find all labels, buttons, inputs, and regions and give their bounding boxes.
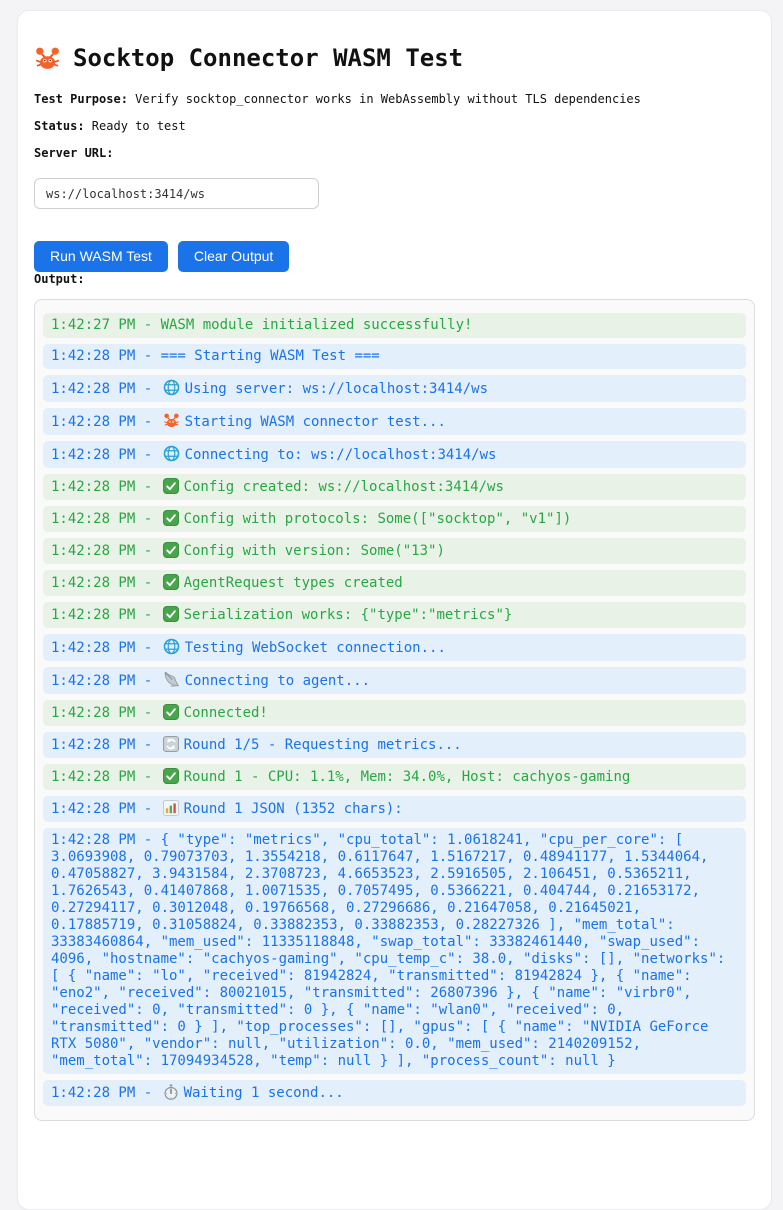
log-timestamp: 1:42:28 PM -	[51, 1085, 161, 1101]
log-line: 1:42:27 PM - WASM module initialized suc…	[43, 313, 746, 338]
log-timestamp: 1:42:28 PM -	[51, 381, 161, 397]
run-wasm-test-button[interactable]: Run WASM Test	[34, 241, 168, 272]
globe-icon	[163, 638, 180, 655]
server-url-line: Server URL:	[34, 146, 755, 160]
output-label: Output:	[34, 272, 755, 286]
log-timestamp: 1:42:28 PM -	[51, 511, 161, 527]
check-icon	[163, 510, 179, 526]
log-line: 1:42:28 PM - Waiting 1 second...	[43, 1080, 746, 1106]
log-line: 1:42:28 PM - Round 1 JSON (1352 chars):	[43, 796, 746, 822]
log-timestamp: 1:42:28 PM -	[51, 479, 161, 495]
log-timestamp: 1:42:28 PM -	[51, 447, 161, 463]
check-icon	[163, 606, 179, 622]
log-message: { "type": "metrics", "cpu_total": 1.0618…	[51, 832, 734, 1069]
log-line: 1:42:28 PM - Round 1/5 - Requesting metr…	[43, 732, 746, 758]
crab-icon	[34, 45, 61, 72]
globe-icon	[163, 379, 180, 396]
test-purpose-line: Test Purpose: Verify socktop_connector w…	[34, 92, 755, 106]
log-line: 1:42:28 PM - Starting WASM connector tes…	[43, 408, 746, 435]
server-url-label: Server URL:	[34, 146, 113, 160]
globe-icon	[163, 445, 180, 462]
button-row: Run WASM Test Clear Output	[34, 241, 755, 272]
log-line: 1:42:28 PM - Config with protocols: Some…	[43, 506, 746, 532]
log-line: 1:42:28 PM - Connecting to agent...	[43, 667, 746, 694]
log-timestamp: 1:42:28 PM -	[51, 607, 161, 623]
log-line: 1:42:28 PM - Connected!	[43, 700, 746, 726]
status-text: Ready to test	[85, 119, 186, 133]
check-icon	[163, 574, 179, 590]
log-message: Connecting to agent...	[185, 673, 370, 689]
log-message: AgentRequest types created	[184, 575, 403, 591]
log-timestamp: 1:42:28 PM -	[51, 348, 161, 364]
log-message: Starting WASM connector test...	[185, 414, 446, 430]
chart-icon	[163, 800, 179, 816]
log-message: WASM module initialized successfully!	[161, 317, 473, 333]
log-message: Round 1 JSON (1352 chars):	[184, 801, 403, 817]
log-message: Config with version: Some("13")	[184, 543, 445, 559]
log-message: Config created: ws://localhost:3414/ws	[184, 479, 504, 495]
check-icon	[163, 478, 179, 494]
log-timestamp: 1:42:28 PM -	[51, 575, 161, 591]
log-line: 1:42:28 PM - === Starting WASM Test ===	[43, 344, 746, 369]
log-line: 1:42:28 PM - { "type": "metrics", "cpu_t…	[43, 828, 746, 1074]
page-title: Socktop Connector WASM Test	[34, 44, 755, 72]
check-icon	[163, 768, 179, 784]
log-timestamp: 1:42:27 PM -	[51, 317, 161, 333]
log-message: === Starting WASM Test ===	[161, 348, 380, 364]
test-purpose-label: Test Purpose:	[34, 92, 128, 106]
log-timestamp: 1:42:28 PM -	[51, 543, 161, 559]
check-icon	[163, 542, 179, 558]
log-line: 1:42:28 PM - Testing WebSocket connectio…	[43, 634, 746, 661]
log-message: Testing WebSocket connection...	[185, 640, 446, 656]
log-timestamp: 1:42:28 PM -	[51, 832, 161, 848]
log-message: Waiting 1 second...	[184, 1085, 344, 1101]
log-message: Config with protocols: Some(["socktop", …	[184, 511, 572, 527]
log-timestamp: 1:42:28 PM -	[51, 414, 161, 430]
log-line: 1:42:28 PM - Config created: ws://localh…	[43, 474, 746, 500]
log-output: 1:42:27 PM - WASM module initialized suc…	[34, 299, 755, 1121]
crab-icon	[163, 412, 180, 429]
satellite-icon	[163, 671, 180, 688]
main-card: Socktop Connector WASM Test Test Purpose…	[17, 10, 772, 1210]
status-line: Status: Ready to test	[34, 119, 755, 133]
log-timestamp: 1:42:28 PM -	[51, 640, 161, 656]
log-message: Connected!	[184, 705, 268, 721]
page-title-text: Socktop Connector WASM Test	[73, 44, 463, 72]
log-timestamp: 1:42:28 PM -	[51, 801, 161, 817]
log-line: 1:42:28 PM - AgentRequest types created	[43, 570, 746, 596]
check-icon	[163, 704, 179, 720]
server-url-input[interactable]	[34, 178, 319, 209]
log-message: Using server: ws://localhost:3414/ws	[185, 381, 488, 397]
log-line: 1:42:28 PM - Serialization works: {"type…	[43, 602, 746, 628]
status-label: Status:	[34, 119, 85, 133]
log-message: Round 1/5 - Requesting metrics...	[184, 737, 462, 753]
log-message: Connecting to: ws://localhost:3414/ws	[185, 447, 497, 463]
refresh-icon	[163, 736, 179, 752]
log-timestamp: 1:42:28 PM -	[51, 705, 161, 721]
log-line: 1:42:28 PM - Using server: ws://localhos…	[43, 375, 746, 402]
test-purpose-text: Verify socktop_connector works in WebAss…	[128, 92, 641, 106]
log-timestamp: 1:42:28 PM -	[51, 737, 161, 753]
stopwatch-icon	[163, 1084, 179, 1100]
log-line: 1:42:28 PM - Config with version: Some("…	[43, 538, 746, 564]
log-line: 1:42:28 PM - Round 1 - CPU: 1.1%, Mem: 3…	[43, 764, 746, 790]
clear-output-button[interactable]: Clear Output	[178, 241, 289, 272]
log-timestamp: 1:42:28 PM -	[51, 769, 161, 785]
log-message: Round 1 - CPU: 1.1%, Mem: 34.0%, Host: c…	[184, 769, 631, 785]
log-timestamp: 1:42:28 PM -	[51, 673, 161, 689]
log-line: 1:42:28 PM - Connecting to: ws://localho…	[43, 441, 746, 468]
log-message: Serialization works: {"type":"metrics"}	[184, 607, 513, 623]
